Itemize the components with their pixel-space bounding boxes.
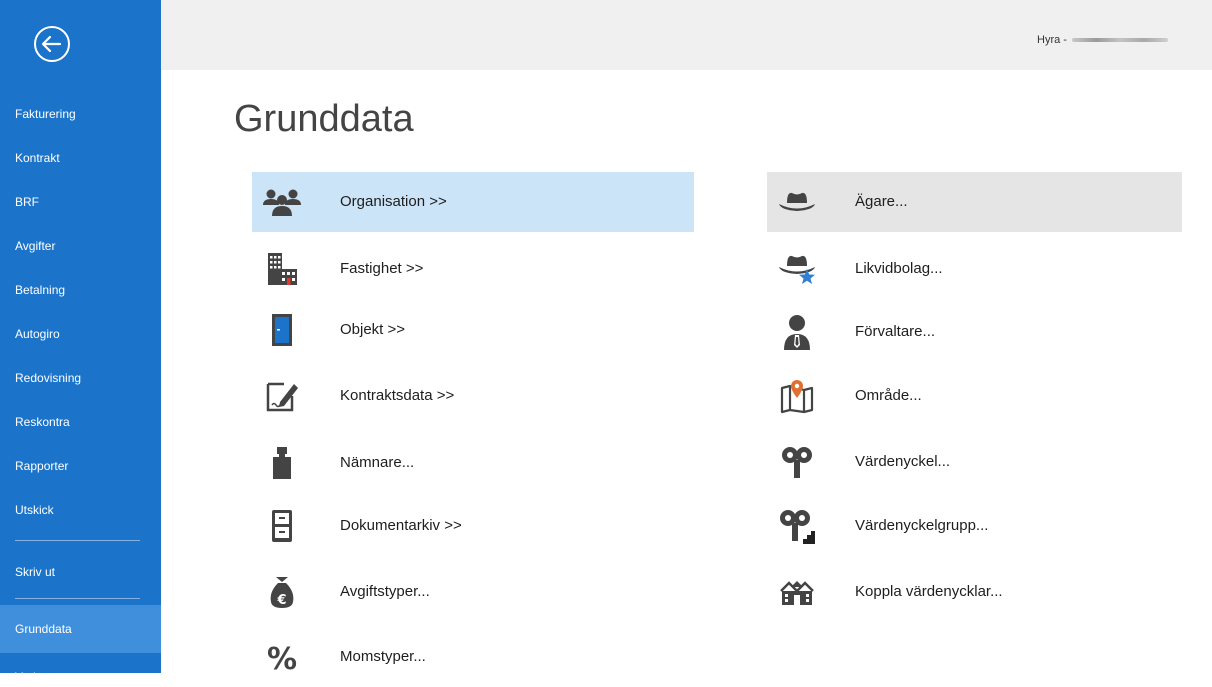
title-bar: Hyra - <box>161 0 1212 70</box>
nav-item-kontrakt[interactable]: Kontrakt <box>0 136 161 180</box>
nav-item-brf[interactable]: BRF <box>0 180 161 224</box>
nav-item-fakturering[interactable]: Fakturering <box>0 92 161 136</box>
nav-item-avgifter[interactable]: Avgifter <box>0 224 161 268</box>
hat-star-icon <box>767 239 827 299</box>
key-icon <box>767 432 827 492</box>
tile-agare[interactable]: Ägare... <box>767 172 1182 232</box>
nav-item-utskick[interactable]: Utskick <box>0 488 161 532</box>
tile-label: Kontraktsdata >> <box>340 387 455 404</box>
tile-koppla-vardenycklar[interactable]: Koppla värdenycklar... <box>767 562 1182 622</box>
tile-label: Förvaltare... <box>855 323 936 340</box>
tile-label: Momstyper... <box>340 648 426 665</box>
back-button[interactable] <box>32 24 72 64</box>
tile-label: Likvidbolag... <box>855 260 943 277</box>
file-cabinet-icon <box>252 496 312 556</box>
tile-fastighet[interactable]: Fastighet >> <box>252 239 694 299</box>
tile-label: Avgiftstyper... <box>340 583 430 600</box>
window-title: Hyra - <box>1037 34 1168 46</box>
tile-kontraktsdata[interactable]: Kontraktsdata >> <box>252 366 694 426</box>
tile-avgiftstyper[interactable]: € Avgiftstyper... <box>252 562 694 622</box>
tile-label: Värdenyckel... <box>855 453 951 470</box>
tile-omrade[interactable]: Område... <box>767 366 1182 426</box>
tile-namnare[interactable]: Nämnare... <box>252 433 694 493</box>
tile-label: Dokumentarkiv >> <box>340 517 462 534</box>
tile-label: Värdenyckelgrupp... <box>855 517 989 534</box>
back-arrow-icon <box>34 26 70 62</box>
tile-vardenyckel[interactable]: Värdenyckel... <box>767 432 1182 492</box>
nav-item-grunddata[interactable]: Grunddata <box>0 605 161 653</box>
nav-item-reskontra[interactable]: Reskontra <box>0 400 161 444</box>
weight-icon <box>252 433 312 493</box>
tile-label: Ägare... <box>855 193 908 210</box>
nav-item-skriv-ut[interactable]: Skriv ut <box>0 550 161 594</box>
tile-label: Nämnare... <box>340 454 415 471</box>
tile-label: Koppla värdenycklar... <box>855 583 1003 600</box>
money-bag-euro-icon: € <box>252 562 312 622</box>
nav-divider <box>15 540 140 541</box>
tile-label: Organisation >> <box>340 193 447 210</box>
sidebar: Fakturering Kontrakt BRF Avgifter Betaln… <box>0 0 161 673</box>
svg-text:%: % <box>267 642 297 675</box>
percent-icon: % <box>252 627 312 687</box>
tile-forvaltare[interactable]: Förvaltare... <box>767 302 1182 362</box>
tile-vardenyckelgrupp[interactable]: Värdenyckelgrupp... <box>767 496 1182 556</box>
nav-item-redovisning[interactable]: Redovisning <box>0 356 161 400</box>
people-group-icon <box>252 172 312 232</box>
nav-divider <box>15 598 140 599</box>
tile-organisation[interactable]: Organisation >> <box>252 172 694 232</box>
page-title: Grunddata <box>234 98 414 140</box>
tile-momstyper[interactable]: % Momstyper... <box>252 627 694 687</box>
signed-document-icon <box>252 366 312 426</box>
person-tie-icon <box>767 302 827 362</box>
tile-dokumentarkiv[interactable]: Dokumentarkiv >> <box>252 496 694 556</box>
tile-likvidbolag[interactable]: Likvidbolag... <box>767 239 1182 299</box>
window-title-text: Hyra - <box>1037 34 1070 46</box>
door-icon <box>252 300 312 360</box>
nav-item-rapporter[interactable]: Rapporter <box>0 444 161 488</box>
tile-label: Fastighet >> <box>340 260 424 277</box>
nav-item-verktyg[interactable]: Verktyg <box>0 655 161 673</box>
map-pin-icon <box>767 366 827 426</box>
hat-icon <box>767 172 827 232</box>
key-group-icon <box>767 496 827 556</box>
nav-item-autogiro[interactable]: Autogiro <box>0 312 161 356</box>
redacted-text <box>1072 38 1168 43</box>
building-icon <box>252 239 312 299</box>
tile-objekt[interactable]: Objekt >> <box>252 300 694 360</box>
houses-link-icon <box>767 562 827 622</box>
tile-label: Område... <box>855 387 922 404</box>
nav-item-betalning[interactable]: Betalning <box>0 268 161 312</box>
svg-text:€: € <box>276 593 286 608</box>
tile-label: Objekt >> <box>340 321 406 338</box>
